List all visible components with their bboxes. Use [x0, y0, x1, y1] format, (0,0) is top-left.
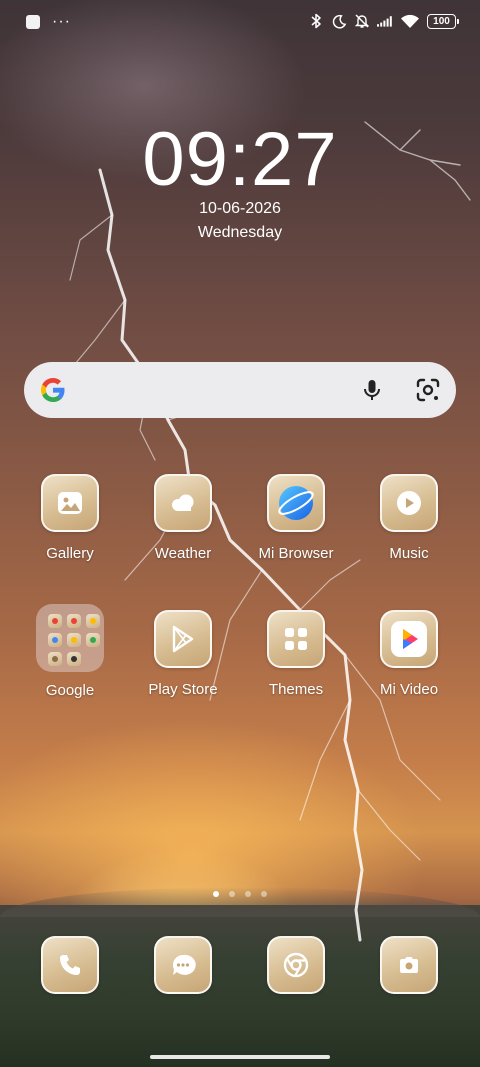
page-indicator [0, 891, 480, 897]
mi-video-icon [380, 610, 438, 668]
music-play-icon [380, 474, 438, 532]
clock-time[interactable]: 09:27 [0, 118, 480, 202]
app-label: Mi Video [379, 681, 439, 698]
muted-bell-icon [354, 13, 370, 29]
app-play-store[interactable]: Play Store [133, 610, 233, 698]
google-g-icon [38, 375, 68, 405]
bluetooth-icon [308, 13, 324, 29]
play-store-icon [154, 610, 212, 668]
weather-cloud-icon [154, 474, 212, 532]
app-label: Themes [268, 681, 324, 698]
google-folder-icon [36, 604, 104, 672]
more-dots-icon: ··· [52, 13, 71, 30]
camera-icon [380, 936, 438, 994]
chrome-icon [267, 936, 325, 994]
app-mi-video[interactable]: Mi Video [359, 610, 459, 698]
home-gesture-bar[interactable] [150, 1055, 330, 1059]
page-dot [245, 891, 251, 897]
battery-indicator: 100 [427, 13, 459, 29]
do-not-disturb-moon-icon [331, 13, 347, 29]
page-dot [261, 891, 267, 897]
app-music[interactable]: Music [359, 474, 459, 562]
mi-browser-icon [267, 474, 325, 532]
page-dot-active [213, 891, 219, 897]
wifi-icon [400, 13, 420, 29]
messages-icon [154, 936, 212, 994]
cellular-signal-icon [377, 13, 393, 29]
dock-messages[interactable] [154, 936, 212, 994]
app-mi-browser[interactable]: Mi Browser [246, 474, 346, 562]
phone-icon [41, 936, 99, 994]
app-label: Play Store [148, 681, 218, 698]
google-search-bar[interactable] [24, 362, 456, 418]
dock-chrome[interactable] [267, 936, 325, 994]
dock-phone[interactable] [41, 936, 99, 994]
app-label: Google [45, 682, 95, 699]
app-label: Music [389, 545, 429, 562]
app-themes[interactable]: Themes [246, 610, 346, 698]
dock-camera[interactable] [380, 936, 438, 994]
gallery-icon [41, 474, 99, 532]
clock-day[interactable]: Wednesday [0, 224, 480, 242]
clock-date[interactable]: 10-06-2026 [0, 200, 480, 218]
app-label: Gallery [46, 545, 94, 562]
page-dot [229, 891, 235, 897]
app-folder-google[interactable]: Google [20, 604, 120, 699]
notification-square-icon [26, 15, 40, 29]
microphone-icon[interactable] [358, 376, 386, 404]
themes-grid-icon [267, 610, 325, 668]
app-gallery[interactable]: Gallery [20, 474, 120, 562]
app-label: Weather [154, 545, 212, 562]
google-lens-icon[interactable] [414, 376, 442, 404]
status-bar: ··· 100 [0, 0, 480, 44]
app-label: Mi Browser [258, 545, 334, 562]
app-weather[interactable]: Weather [133, 474, 233, 562]
